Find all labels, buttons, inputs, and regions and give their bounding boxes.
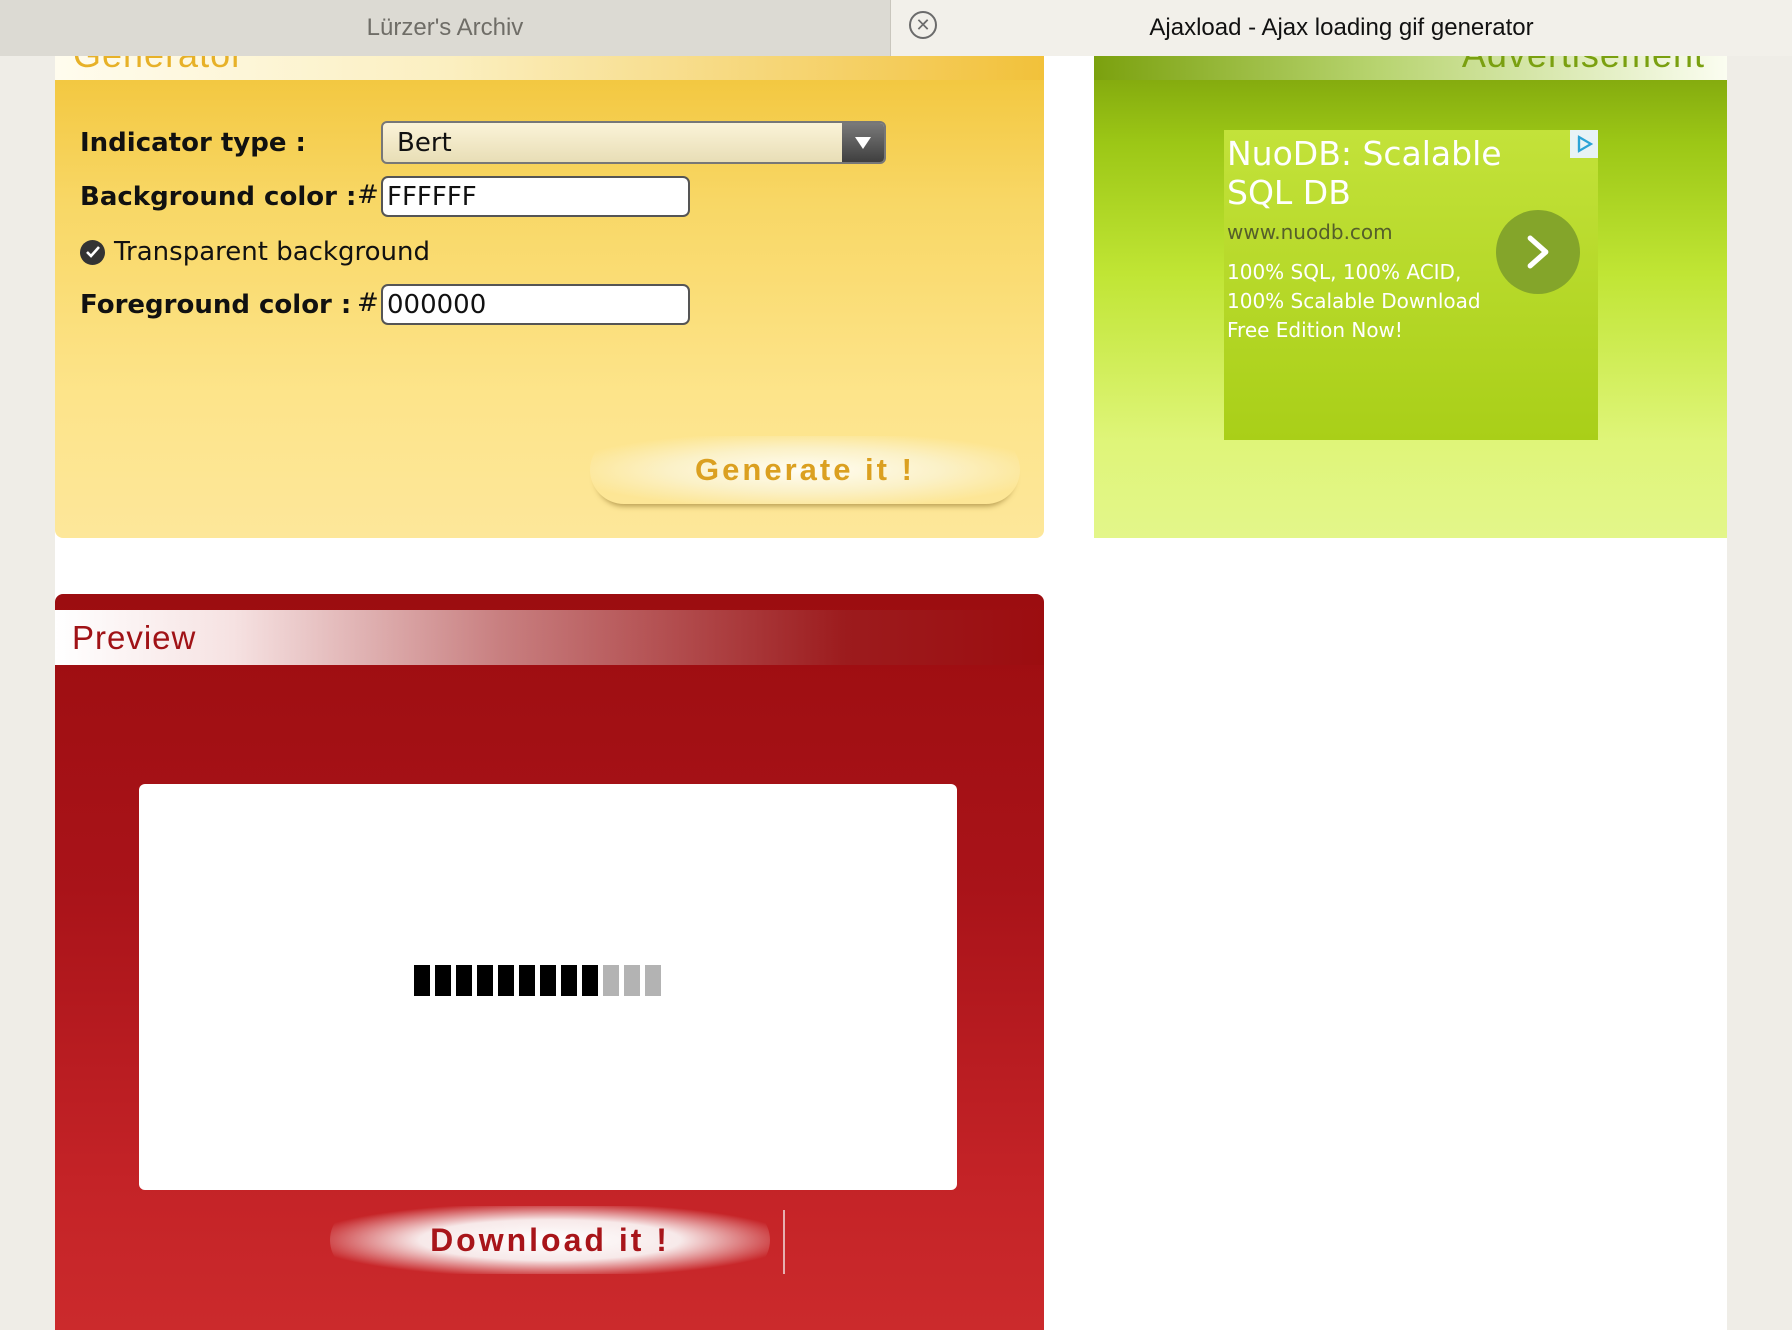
loader-bar: [435, 965, 451, 996]
foreground-color-value: 000000: [387, 289, 487, 320]
loader-bar: [477, 965, 493, 996]
browser-tab-bar: Lürzer's Archiv ✕ Ajaxload - Ajax loadin…: [0, 0, 1792, 56]
ad-description: 100% SQL, 100% ACID, 100% Scalable Downl…: [1227, 260, 1481, 342]
ad-arrow-icon[interactable]: [1496, 210, 1580, 294]
generator-panel: Generator Indicator type : Bert Backgrou…: [55, 56, 1044, 538]
background-color-label: Background color :: [80, 182, 357, 212]
ad-unit[interactable]: NuoDB: Scalable SQL DB www.nuodb.com 100…: [1224, 130, 1598, 440]
loader-indicator: [414, 965, 661, 996]
transparent-row[interactable]: Transparent background: [80, 232, 430, 272]
preview-panel: Preview Download it !: [55, 594, 1044, 1330]
close-tab-icon[interactable]: ✕: [909, 11, 937, 39]
indicator-type-select[interactable]: Bert: [381, 121, 886, 164]
loader-bar: [561, 965, 577, 996]
loader-bar: [540, 965, 556, 996]
foreground-color-input[interactable]: 000000: [381, 284, 690, 325]
preview-canvas: [139, 784, 957, 1190]
generator-title: Generator: [73, 56, 244, 76]
loader-bar: [645, 965, 661, 996]
background-color-row: Background color :: [80, 176, 356, 218]
divider: [783, 1210, 785, 1274]
foreground-color-label: Foreground color :: [80, 290, 352, 320]
loader-bar: [624, 965, 640, 996]
loader-bar: [414, 965, 430, 996]
background-color-input[interactable]: FFFFFF: [381, 176, 690, 217]
loader-bar: [456, 965, 472, 996]
loader-bar: [519, 965, 535, 996]
transparent-label: Transparent background: [114, 237, 430, 267]
tab-ajaxload[interactable]: ✕ Ajaxload - Ajax loading gif generator: [891, 0, 1792, 56]
ad-url[interactable]: www.nuodb.com: [1227, 220, 1393, 244]
indicator-type-row: Indicator type :: [80, 122, 306, 164]
preview-header: Preview: [55, 610, 1044, 665]
foreground-color-hash: #: [357, 288, 379, 318]
generator-header: Generator: [55, 56, 1044, 80]
dropdown-arrow-icon[interactable]: [842, 123, 884, 162]
transparent-checkbox[interactable]: [80, 239, 105, 265]
advertisement-title: Advertisement: [1462, 56, 1705, 76]
preview-title: Preview: [72, 619, 197, 656]
page-content: Generator Indicator type : Bert Backgrou…: [55, 56, 1727, 1330]
download-button[interactable]: Download it !: [330, 1206, 770, 1274]
background-color-hash: #: [357, 180, 379, 210]
generate-button[interactable]: Generate it !: [590, 436, 1020, 504]
background-color-value: FFFFFF: [387, 181, 477, 212]
adchoices-icon[interactable]: [1570, 130, 1598, 158]
advertisement-header: Advertisement: [1094, 56, 1727, 80]
indicator-type-value: Bert: [397, 127, 452, 158]
indicator-type-label: Indicator type :: [80, 128, 306, 158]
loader-bar: [603, 965, 619, 996]
loader-bar: [582, 965, 598, 996]
tab-title: Ajaxload - Ajax loading gif generator: [1149, 14, 1534, 41]
foreground-color-row: Foreground color :: [80, 284, 351, 326]
tab-title: Lürzer's Archiv: [366, 14, 524, 41]
advertisement-panel: Advertisement NuoDB: Scalable SQL DB www…: [1094, 56, 1727, 538]
tab-lurzers-archiv[interactable]: Lürzer's Archiv: [0, 0, 891, 56]
ad-headline[interactable]: NuoDB: Scalable SQL DB: [1227, 134, 1507, 212]
loader-bar: [498, 965, 514, 996]
